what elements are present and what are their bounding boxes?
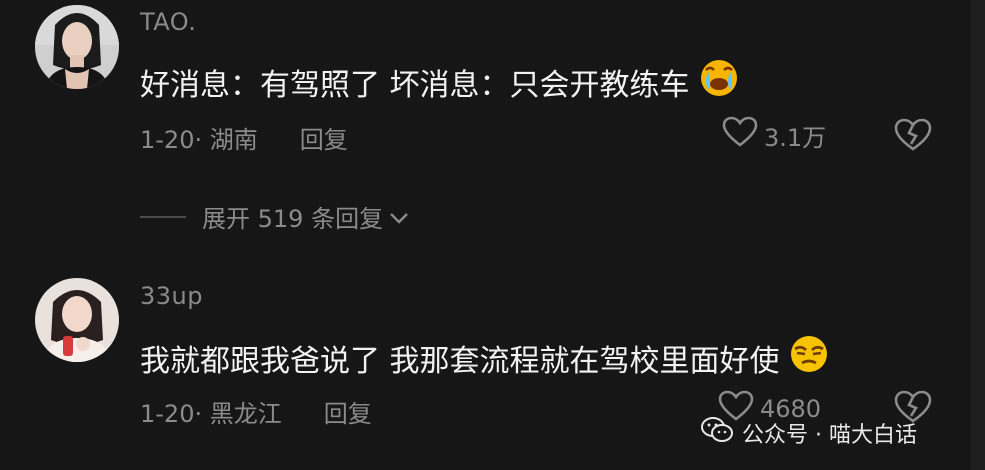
wechat-watermark: 公众号 · 喵大白话 [700,416,917,450]
avatar[interactable] [35,5,119,89]
comment-text: 好消息：有驾照了 坏消息：只会开教练车 [140,58,742,106]
chevron-down-icon [389,203,409,231]
smug-face-emoji-icon [786,334,832,382]
comment-meta: 1-20· 黑龙江 回复 [140,394,372,429]
wechat-icon [700,416,734,450]
username[interactable]: TAO. [140,8,196,36]
crying-face-emoji-icon [696,58,742,106]
like-count: 3.1万 [764,123,827,152]
comment-meta: 1-20· 湖南 回复 [140,120,348,155]
scrollbar-track[interactable] [971,0,985,470]
reply-button[interactable]: 回复 [324,394,372,429]
reply-button[interactable]: 回复 [300,120,348,155]
heart-icon [722,116,758,154]
divider [140,215,186,218]
comment-item: TAO. 好消息：有驾照了 坏消息：只会开教练车 1-20· 湖南 回复 3.1… [0,0,971,180]
date-location: 1-20· 黑龙江 [140,400,282,428]
avatar[interactable] [35,278,119,362]
comment-text-body: 好消息：有驾照了 坏消息：只会开教练车 [140,68,690,103]
expand-replies-button[interactable]: 展开 519 条回复 [140,199,409,234]
broken-heart-icon[interactable] [893,118,933,156]
watermark-text: 公众号 · 喵大白话 [742,423,917,448]
username[interactable]: 33up [140,282,203,310]
expand-replies-label: 展开 519 条回复 [202,205,384,233]
like-button[interactable]: 3.1万 [722,116,826,154]
date-location: 1-20· 湖南 [140,126,258,154]
comment-text: 我就都跟我爸说了 我那套流程就在驾校里面好使 [140,334,832,382]
comment-text-body: 我就都跟我爸说了 我那套流程就在驾校里面好使 [140,344,780,379]
